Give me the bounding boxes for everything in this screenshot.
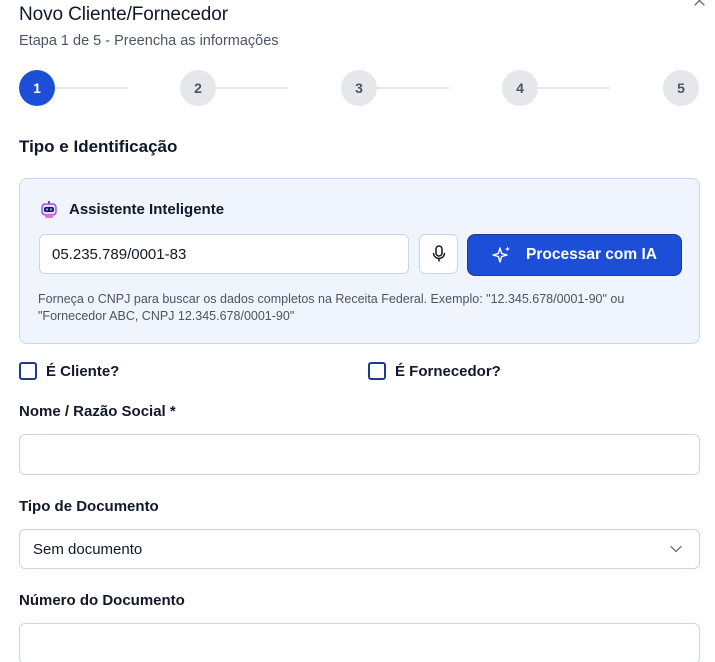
nome-input[interactable]	[19, 434, 700, 475]
robot-icon	[39, 200, 59, 220]
step-1[interactable]: 1	[19, 70, 55, 106]
assistant-help-text: Forneça o CNPJ para buscar os dados comp…	[38, 292, 625, 323]
close-icon	[694, 0, 705, 6]
tipo-documento-label: Tipo de Documento	[19, 498, 159, 515]
stepper: 1 2 3 4 5	[19, 70, 700, 106]
process-ai-button[interactable]: Processar com IA	[467, 234, 682, 276]
step-2[interactable]: 2	[180, 70, 216, 106]
microphone-icon	[432, 245, 445, 262]
numero-documento-input[interactable]	[19, 623, 700, 662]
dialog-title: Novo Cliente/Fornecedor	[19, 4, 228, 25]
chevron-down-icon	[670, 545, 682, 553]
fornecedor-checkbox[interactable]	[368, 362, 386, 380]
step-connector	[377, 87, 449, 89]
mic-button[interactable]	[419, 234, 458, 274]
step-5[interactable]: 5	[663, 70, 699, 106]
tipo-documento-value: Sem documento	[33, 540, 143, 558]
cnpj-input[interactable]	[39, 234, 409, 274]
step-3[interactable]: 3	[341, 70, 377, 106]
process-ai-label: Processar com IA	[526, 246, 657, 263]
sparkles-icon	[492, 246, 511, 263]
section-title: Tipo e Identificação	[19, 137, 178, 156]
step-connector	[538, 87, 610, 89]
dialog-subtitle: Etapa 1 de 5 - Preencha as informações	[19, 33, 279, 49]
fornecedor-checkbox-label: É Fornecedor?	[395, 362, 501, 380]
step-4[interactable]: 4	[502, 70, 538, 106]
tipo-documento-select[interactable]: Sem documento	[19, 529, 700, 569]
assistant-title: Assistente Inteligente	[69, 201, 225, 218]
assistant-panel: Assistente Inteligente Processar com IA …	[19, 178, 700, 344]
cliente-checkbox[interactable]	[19, 362, 37, 380]
step-connector	[55, 87, 127, 89]
nome-label: Nome / Razão Social *	[19, 403, 176, 420]
close-button[interactable]	[690, 0, 710, 14]
fornecedor-checkbox-row[interactable]: É Fornecedor?	[368, 362, 501, 380]
step-connector	[216, 87, 288, 89]
numero-documento-label: Número do Documento	[19, 592, 185, 609]
cliente-checkbox-label: É Cliente?	[46, 362, 120, 380]
cliente-checkbox-row[interactable]: É Cliente?	[19, 362, 119, 380]
